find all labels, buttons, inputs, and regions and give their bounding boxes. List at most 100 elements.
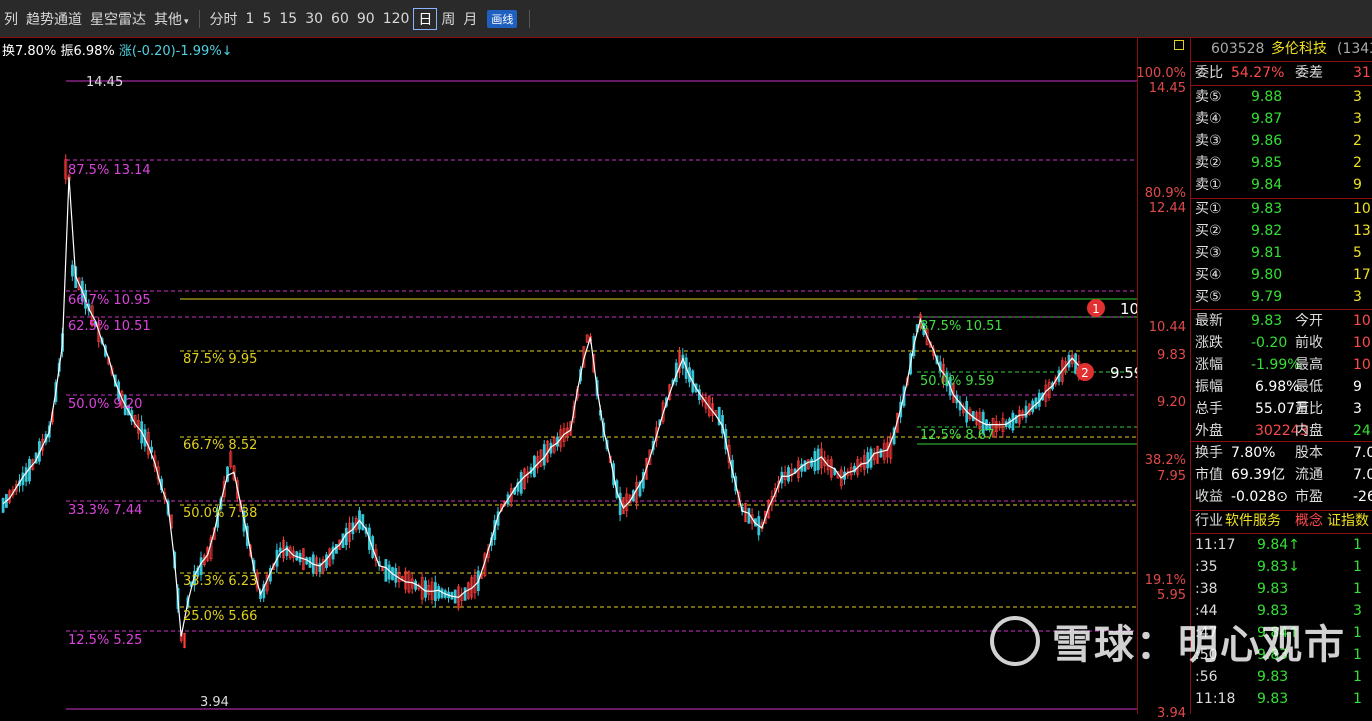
sell-price: 9.86 bbox=[1251, 133, 1283, 149]
axis-pct-label: 38.2% bbox=[1144, 453, 1186, 468]
tick-price: 9.83↓ bbox=[1257, 559, 1300, 575]
toolbar: 列 趋势通道 星空雷达 其他 ▾ 分时 1 5 15 30 60 90 120 日… bbox=[0, 0, 1372, 38]
axis-price-label: 9.20 bbox=[1157, 395, 1186, 410]
candle-body bbox=[361, 514, 365, 531]
stat-label: 股本 bbox=[1295, 445, 1323, 461]
period-120[interactable]: 120 bbox=[379, 11, 414, 27]
tick-volume: 1 bbox=[1353, 625, 1362, 641]
axis-pct-label: 80.9% bbox=[1144, 186, 1186, 201]
window-toggle-icon[interactable] bbox=[1174, 40, 1184, 50]
buy-volume: 3 bbox=[1353, 289, 1362, 305]
period-month[interactable]: 月 bbox=[459, 9, 481, 29]
tick-time: :35 bbox=[1195, 559, 1218, 575]
stat-row: 振幅 6.98% 最低 9 bbox=[1191, 376, 1372, 398]
period-week[interactable]: 周 bbox=[437, 9, 459, 29]
candle-body bbox=[424, 580, 427, 598]
tick-price: 9.83 bbox=[1257, 691, 1289, 707]
stock-title: 603528 多伦科技 (1343 bbox=[1191, 38, 1372, 60]
period-1[interactable]: 1 bbox=[242, 11, 259, 27]
stat-label: 涨幅 bbox=[1195, 357, 1223, 373]
toolbar-item-list[interactable]: 列 bbox=[0, 9, 22, 29]
stat-row: 市值 69.39亿 流通 7.0 bbox=[1191, 464, 1372, 486]
watermark: 雪球：明心观市 bbox=[990, 612, 1346, 670]
fib-minor-label: 66.7% 8.52 bbox=[183, 438, 257, 453]
toolbar-separator bbox=[529, 9, 531, 28]
candle-body bbox=[879, 448, 883, 458]
sell-volume: 2 bbox=[1353, 133, 1362, 149]
toolbar-item-other[interactable]: 其他 ▾ bbox=[150, 9, 193, 29]
toolbar-item-trend-channel[interactable]: 趋势通道 bbox=[22, 9, 86, 29]
fib-label: 87.5% 13.14 bbox=[68, 163, 151, 178]
tick-volume: 3 bbox=[1353, 603, 1362, 619]
fib-recent-label: 50.0% 9.59 bbox=[920, 374, 994, 389]
buy-price: 9.79 bbox=[1251, 289, 1283, 305]
sell-level-label: 卖⑤ bbox=[1195, 89, 1222, 105]
fib-recent-label: 12.5% 8.67 bbox=[920, 428, 994, 443]
period-5[interactable]: 5 bbox=[258, 11, 275, 27]
sell-level-label: 卖② bbox=[1195, 155, 1222, 171]
watermark-text: 雪球：明心观市 bbox=[1052, 622, 1346, 668]
snowball-logo-icon bbox=[990, 616, 1040, 666]
buy-level-label: 买④ bbox=[1195, 267, 1222, 283]
period-90[interactable]: 90 bbox=[353, 11, 379, 27]
candle-body bbox=[542, 444, 546, 466]
stat-value: 10 bbox=[1353, 335, 1371, 351]
concept-label: 概念 bbox=[1295, 513, 1323, 529]
candle-body bbox=[1008, 418, 1012, 429]
stat-label: 前收 bbox=[1295, 335, 1323, 351]
axis-current-price: 9.83 bbox=[1157, 348, 1186, 363]
stat-value: -1.99% bbox=[1251, 357, 1301, 373]
sell-row: 卖① 9.84 9 bbox=[1191, 174, 1372, 196]
candle-body bbox=[787, 467, 790, 482]
period-day[interactable]: 日 bbox=[413, 7, 438, 30]
period-30[interactable]: 30 bbox=[301, 11, 327, 27]
candle-body bbox=[199, 557, 203, 576]
weicha-label: 委差 bbox=[1295, 65, 1323, 81]
sell-row: 卖④ 9.87 3 bbox=[1191, 108, 1372, 130]
stat-label: 内盘 bbox=[1295, 423, 1323, 439]
toolbar-item-star-radar[interactable]: 星空雷达 bbox=[86, 9, 150, 29]
moving-average-line bbox=[2, 177, 1080, 637]
candle-body bbox=[810, 458, 814, 467]
buy-row: 买② 9.82 13 bbox=[1191, 220, 1372, 242]
buy-row: 买④ 9.80 17 bbox=[1191, 264, 1372, 286]
buy-row: 买① 9.83 10 bbox=[1191, 198, 1372, 220]
low-label: 3.94 bbox=[200, 695, 229, 710]
sell-row: 卖③ 9.86 2 bbox=[1191, 130, 1372, 152]
candle-body bbox=[1011, 412, 1015, 431]
fib-minor-label: 33.3% 6.23 bbox=[183, 574, 257, 589]
tick-volume: 1 bbox=[1353, 581, 1362, 597]
industry-value[interactable]: 软件服务 bbox=[1225, 510, 1281, 532]
buy-volume: 17 bbox=[1353, 267, 1371, 283]
axis-price-label: 12.44 bbox=[1148, 201, 1186, 216]
stat-label: 市盈 bbox=[1295, 489, 1323, 505]
stat-label: 最新 bbox=[1195, 313, 1223, 329]
candle-body bbox=[803, 460, 807, 472]
draw-line-button[interactable]: 画线 bbox=[487, 9, 518, 28]
industry-label: 行业 bbox=[1195, 513, 1223, 529]
candle-body bbox=[325, 554, 328, 569]
candle-body bbox=[384, 559, 388, 582]
weibi-value: 54.27% bbox=[1231, 65, 1285, 81]
candle-body bbox=[433, 582, 437, 601]
period-15[interactable]: 15 bbox=[275, 11, 301, 27]
sell-level-label: 卖④ bbox=[1195, 111, 1222, 127]
period-60[interactable]: 60 bbox=[327, 11, 353, 27]
sell-row: 卖⑤ 9.88 3 bbox=[1191, 86, 1372, 108]
axis-pct-label: 100.0% bbox=[1136, 66, 1186, 81]
period-intraday[interactable]: 分时 bbox=[206, 9, 242, 29]
stat-label: 换手 bbox=[1195, 445, 1223, 461]
candlestick-chart[interactable]: 14.45 3.94 87.5% 13.14 66.7% 10.95 62.5%… bbox=[0, 38, 1137, 714]
buy-level-label: 买① bbox=[1195, 201, 1222, 217]
stock-code: 603528 bbox=[1211, 41, 1265, 57]
tick-time: :38 bbox=[1195, 581, 1218, 597]
stat-value: 2484 bbox=[1353, 423, 1372, 439]
tick-volume: 1 bbox=[1353, 691, 1362, 707]
high-label: 14.45 bbox=[86, 75, 123, 90]
candle-body bbox=[618, 492, 622, 516]
concept-value[interactable]: 证指数 bbox=[1327, 510, 1369, 532]
stat-label: 量比 bbox=[1295, 401, 1323, 417]
stat-value: -0.028⊙ bbox=[1231, 489, 1288, 505]
stat-label: 总手 bbox=[1195, 401, 1223, 417]
change-text: 涨(-0.20)-1.99%↓ bbox=[118, 44, 233, 59]
